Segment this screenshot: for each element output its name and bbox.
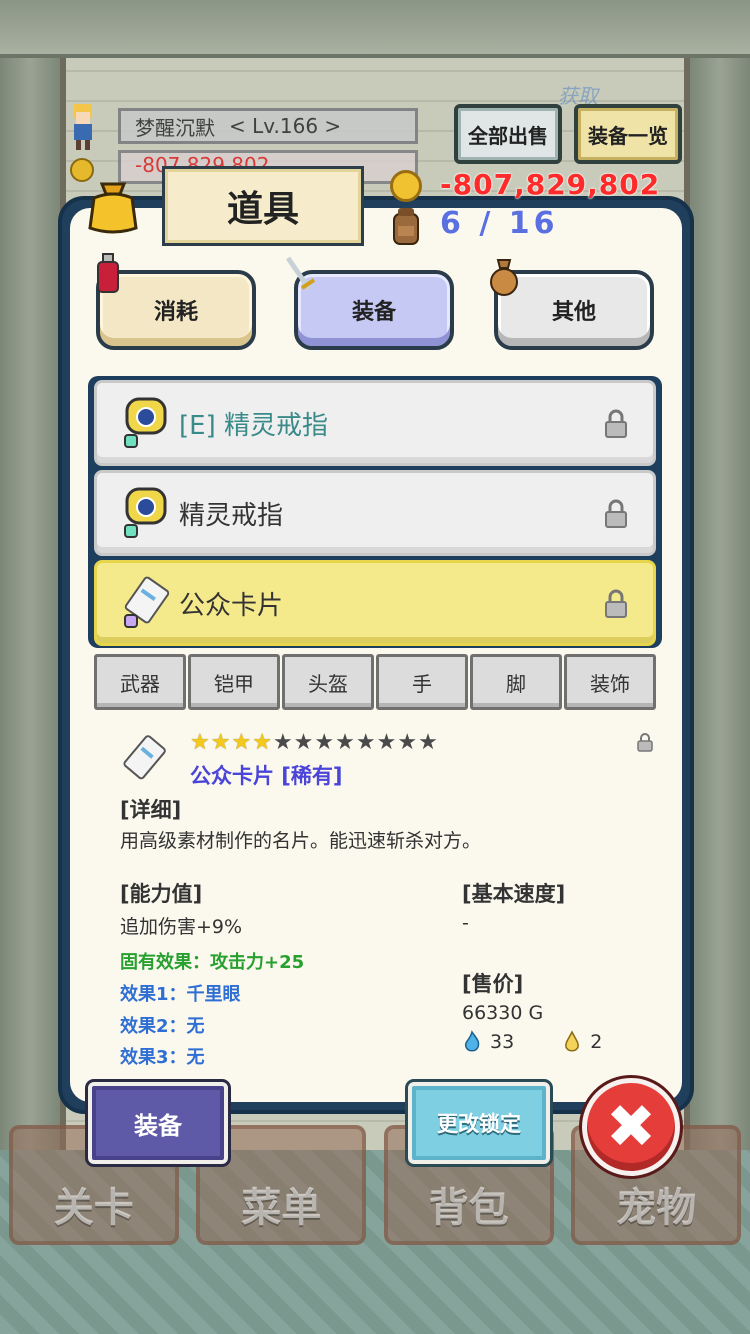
close-button[interactable]: ✖: [579, 1075, 683, 1179]
star-empty-icon: ★: [335, 730, 355, 755]
sword-icon: [285, 256, 316, 292]
star-empty-icon: ★: [355, 730, 376, 755]
player-level: < Lv.166 >: [229, 114, 342, 138]
star-filled-icon: ★: [210, 730, 231, 755]
gold-coin-icon: [390, 170, 422, 202]
speed-heading: [基本速度]: [462, 882, 566, 906]
close-icon: ✖: [605, 1092, 657, 1162]
equip-list-button[interactable]: 装备一览: [574, 104, 682, 164]
hero-sprite-icon: [74, 104, 92, 150]
price-heading: [售价]: [462, 972, 524, 996]
star-empty-icon: ★: [376, 730, 397, 755]
yellow-drop-icon: [565, 1030, 580, 1052]
potion-icon: [97, 253, 119, 293]
slot-tab-armor[interactable]: 铠甲: [188, 654, 280, 710]
item-list: [E] 精灵戒指 精灵戒指 公众卡片: [88, 376, 662, 648]
slot-tab-hand[interactable]: 手: [376, 654, 468, 710]
player-name: 梦醒沉默: [135, 115, 215, 140]
star-empty-icon: ★: [272, 730, 293, 755]
bag-icon: [88, 182, 138, 234]
star-filled-icon: ★: [231, 730, 252, 755]
fixed-effect: 固有效果：攻击力+25: [120, 952, 305, 973]
ring-icon: [124, 397, 167, 448]
material-values: 33 2: [462, 1030, 602, 1054]
effect-1: 效果1：千里眼: [120, 984, 241, 1005]
blue-flame-icon: [464, 1030, 480, 1052]
star-empty-icon: ★: [418, 730, 438, 755]
price-value: 66330 G: [462, 1002, 544, 1024]
list-item[interactable]: [E] 精灵戒指: [94, 380, 656, 466]
change-lock-button[interactable]: 更改锁定: [405, 1079, 553, 1167]
list-item[interactable]: 公众卡片: [94, 560, 656, 646]
star-filled-icon: ★: [190, 730, 210, 755]
gold-amount: -807,829,802: [440, 168, 661, 201]
panel-title: 道具: [162, 166, 364, 246]
player-info-bar: 梦醒沉默 < Lv.166 >: [118, 108, 418, 144]
speed-value: -: [462, 912, 469, 934]
slot-tab-weapon[interactable]: 武器: [94, 654, 186, 710]
ability-value: 追加伤害+9%: [120, 916, 243, 938]
slot-tab-helmet[interactable]: 头盔: [282, 654, 374, 710]
item-label: 精灵戒指: [179, 500, 284, 531]
equip-button[interactable]: 装备: [85, 1079, 231, 1167]
star-empty-icon: ★: [397, 730, 418, 755]
effect-2: 效果2：无: [120, 1016, 205, 1037]
left-pillar: [0, 0, 60, 1150]
top-beam: [0, 0, 750, 58]
right-pillar: [690, 0, 750, 1150]
slot-tab-accessory[interactable]: 装饰: [564, 654, 656, 710]
lock-icon[interactable]: [603, 409, 629, 439]
item-name: 公众卡片 [稀有]: [190, 764, 343, 788]
item-description: 用高级素材制作的名片。能迅速斩杀对方。: [120, 830, 482, 852]
tab-equipment[interactable]: 装备: [294, 270, 454, 350]
equipment-slot-tabs: 武器 铠甲 头盔 手 脚 装饰: [94, 654, 656, 710]
ring-icon: [124, 487, 167, 538]
lock-icon[interactable]: [636, 732, 654, 752]
lock-icon[interactable]: [603, 499, 629, 529]
slot-tab-foot[interactable]: 脚: [470, 654, 562, 710]
item-label: 公众卡片: [179, 590, 284, 621]
rarity-stars: ★ ★ ★ ★ ★ ★ ★ ★ ★ ★ ★ ★: [190, 730, 438, 755]
blue-flame-count: 33: [490, 1031, 515, 1053]
detail-heading: [详细]: [120, 798, 182, 822]
list-item[interactable]: 精灵戒指: [94, 470, 656, 556]
pouch-icon: [490, 259, 518, 296]
backpack-icon: [393, 208, 419, 245]
lock-icon[interactable]: [603, 589, 629, 619]
card-icon: [123, 735, 166, 780]
star-filled-icon: ★: [252, 730, 272, 755]
card-icon: [124, 576, 169, 628]
sell-all-button[interactable]: 全部出售: [454, 104, 562, 164]
yellow-drop-count: 2: [590, 1031, 603, 1053]
effect-3: 效果3：无: [120, 1047, 205, 1068]
item-label: [E] 精灵戒指: [179, 410, 328, 441]
star-empty-icon: ★: [314, 730, 335, 755]
inventory-capacity: 6 / 16: [440, 206, 559, 241]
star-empty-icon: ★: [293, 730, 314, 755]
ability-heading: [能力值]: [120, 882, 203, 906]
